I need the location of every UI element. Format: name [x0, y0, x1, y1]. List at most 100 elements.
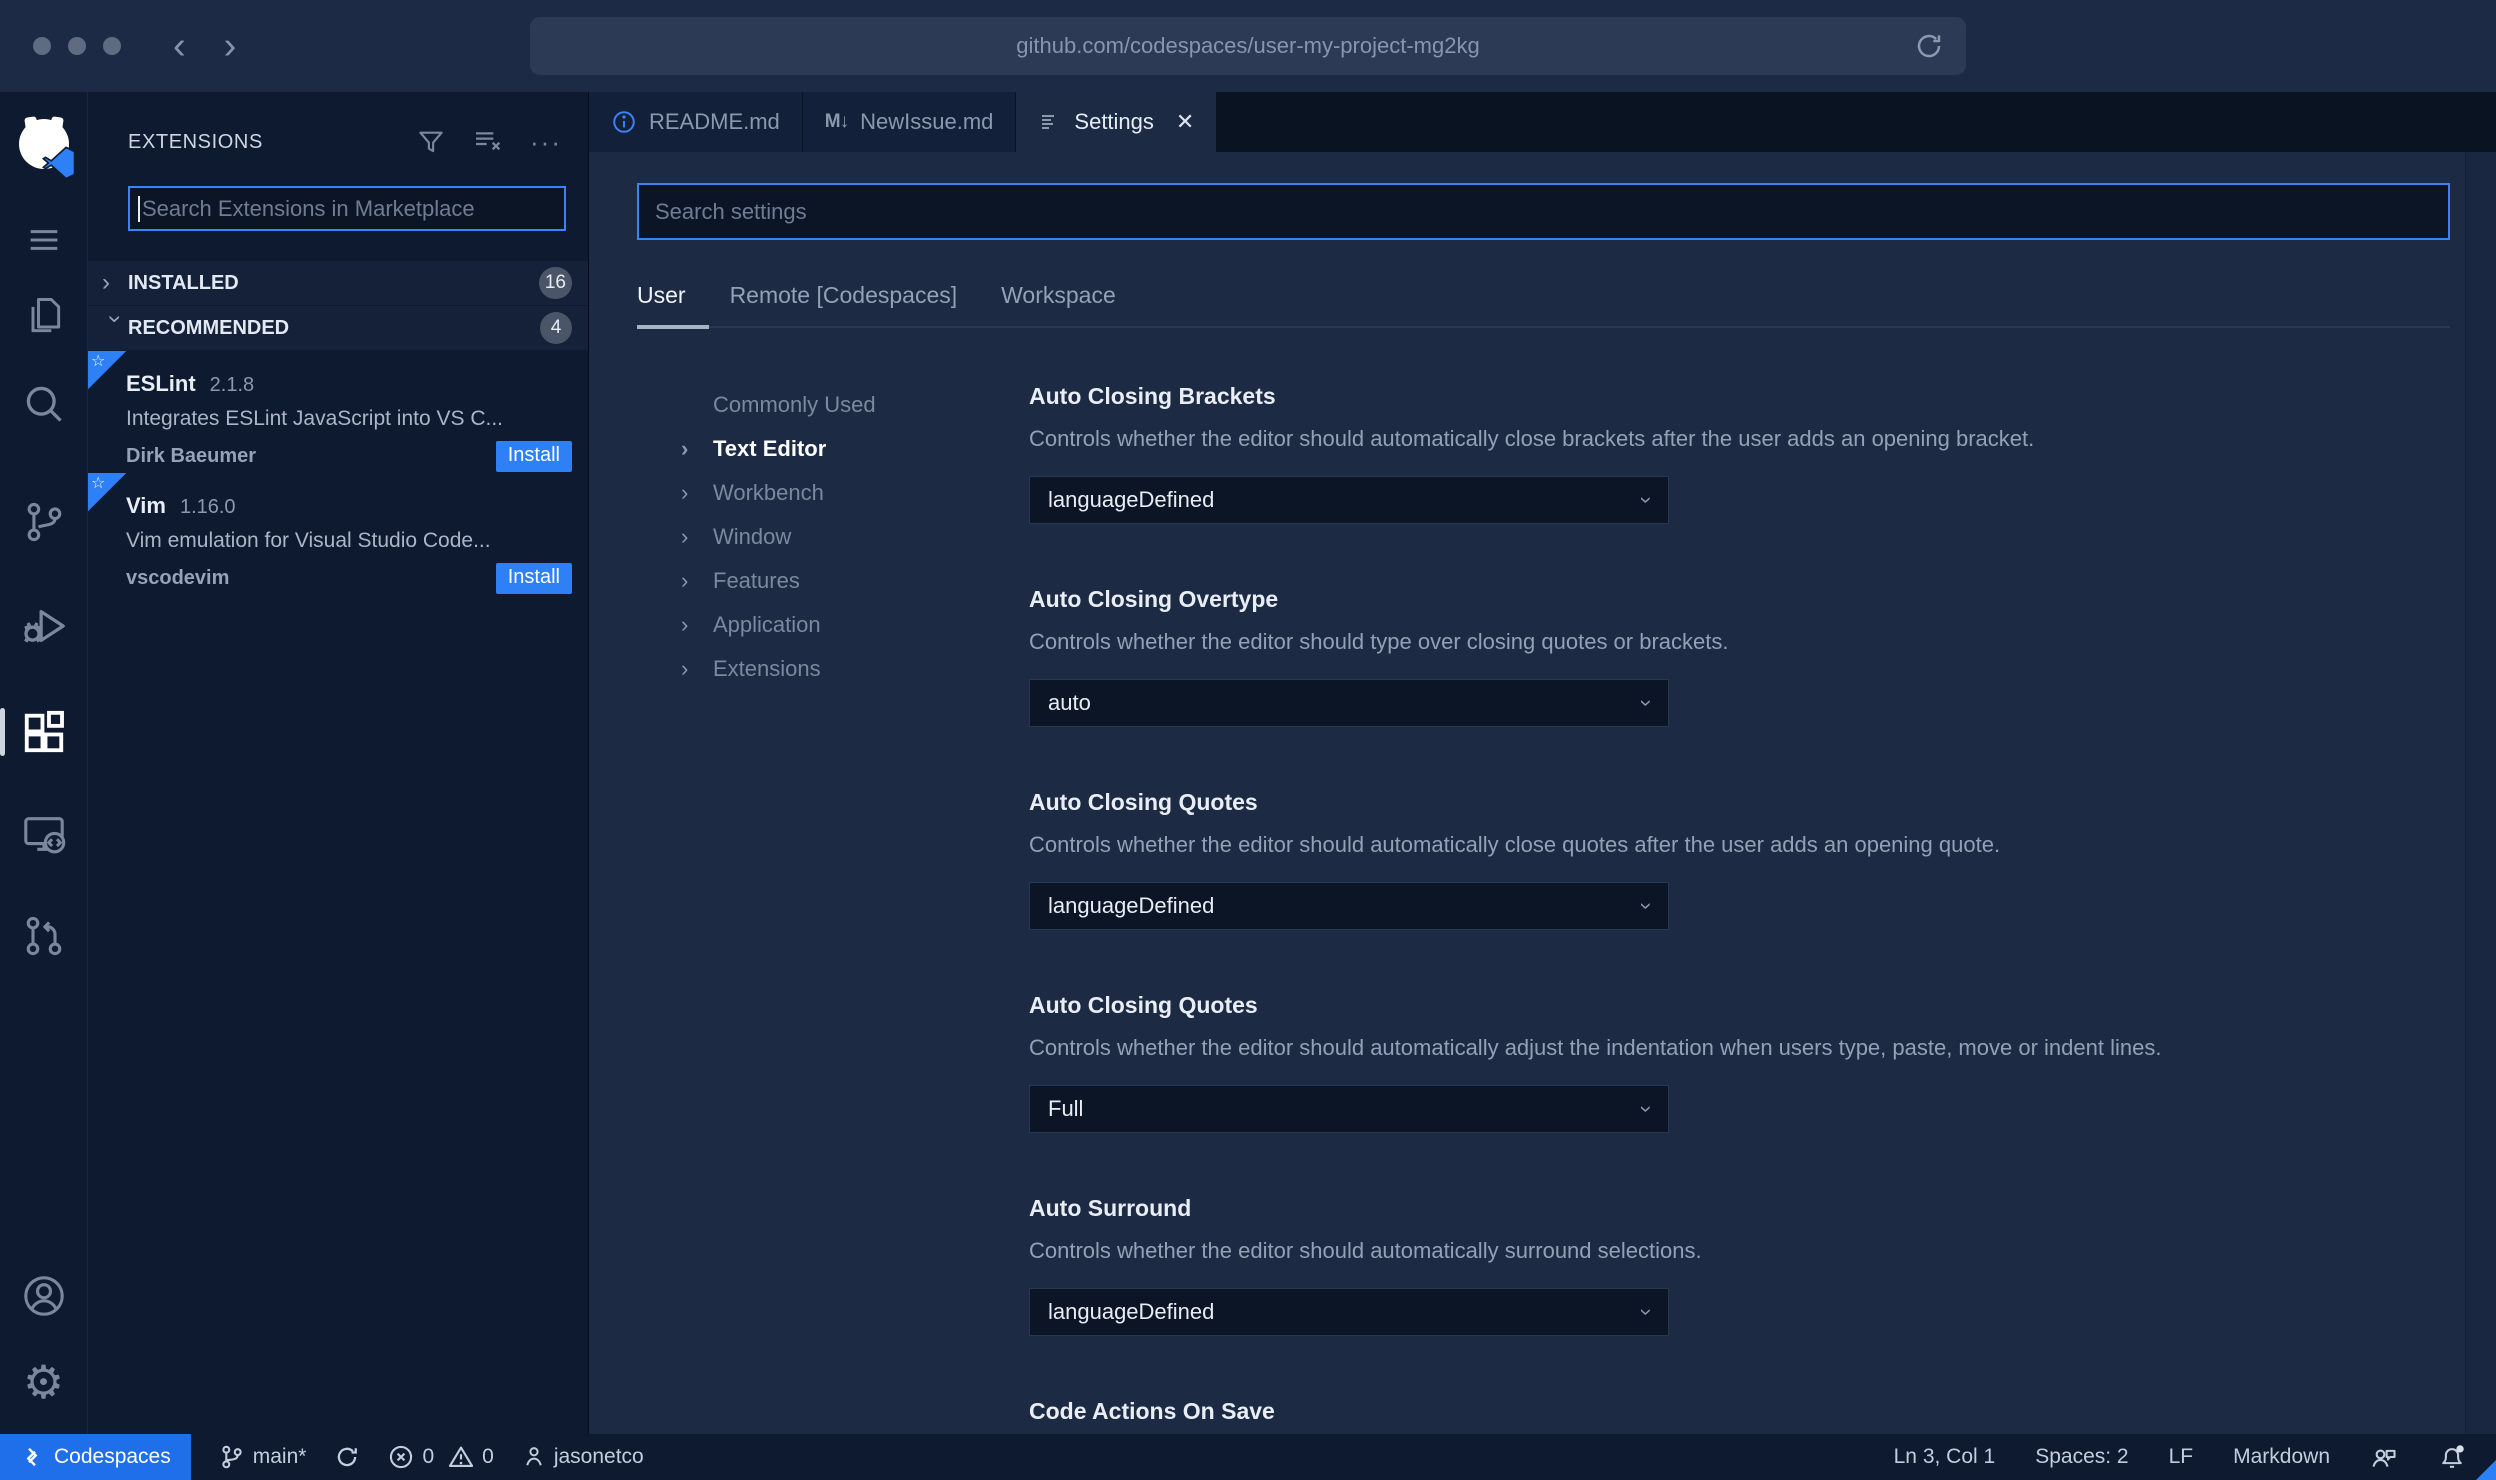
section-installed[interactable]: › INSTALLED 16: [88, 261, 588, 305]
git-branch-icon: [222, 1445, 242, 1469]
branch-label: main*: [252, 1445, 307, 1468]
vscode-logo-icon: [41, 146, 76, 180]
chevron-down-icon: ›: [1634, 699, 1660, 707]
toc-workbench[interactable]: › Workbench: [637, 471, 1029, 515]
section-label: RECOMMENDED: [128, 316, 290, 339]
tab-readme[interactable]: README.md: [589, 92, 803, 152]
toc-text-editor[interactable]: › Text Editor: [637, 427, 1029, 471]
window-control-dot[interactable]: [68, 37, 86, 55]
more-actions-icon[interactable]: ···: [530, 128, 562, 155]
extension-item-eslint[interactable]: ☆ ESLint 2.1.8 Integrates ESLint JavaScr…: [88, 351, 588, 473]
toc-extensions[interactable]: › Extensions: [637, 647, 1029, 691]
settings-gear-icon[interactable]: ⚙: [0, 1356, 88, 1408]
setting-dropdown[interactable]: languageDefined ›: [1029, 476, 1669, 524]
forward-icon[interactable]: ›: [224, 27, 237, 65]
extensions-icon[interactable]: [0, 706, 88, 758]
toc-label: Commonly Used: [713, 392, 876, 417]
notifications-bell-icon[interactable]: [2438, 1443, 2466, 1471]
tab-bar: README.md M↓ NewIssue.md Settings ✕: [589, 92, 2496, 152]
setting-dropdown[interactable]: Full ›: [1029, 1085, 1669, 1133]
sync-indicator[interactable]: [334, 1444, 360, 1470]
window-control-dot[interactable]: [103, 37, 121, 55]
tab-label: NewIssue.md: [860, 109, 994, 134]
extensions-search-input[interactable]: [142, 195, 564, 222]
setting-title: Auto Closing Brackets: [1029, 383, 1276, 409]
menu-icon[interactable]: [0, 214, 88, 266]
reload-icon[interactable]: [1914, 31, 1944, 61]
toc-application[interactable]: › Application: [637, 603, 1029, 647]
remote-explorer-icon[interactable]: [0, 808, 88, 860]
extensions-search-box: [128, 186, 566, 231]
settings-editor: User Remote [Codespaces] Workspace Commo…: [589, 152, 2496, 1434]
error-icon: [390, 1445, 413, 1469]
chevron-down-icon: ›: [1634, 902, 1660, 910]
clear-extension-search-icon[interactable]: [472, 126, 504, 158]
toc-label: Window: [713, 524, 792, 549]
settings-list-icon: [1042, 115, 1055, 129]
tab-label: README.md: [649, 109, 780, 134]
scope-tab-workspace[interactable]: Workspace: [1001, 282, 1116, 309]
toc-label: Extensions: [713, 656, 821, 681]
install-button[interactable]: Install: [495, 563, 572, 594]
toc-features[interactable]: › Features: [637, 559, 1029, 603]
setting-dropdown[interactable]: auto ›: [1029, 679, 1669, 727]
back-icon[interactable]: ‹: [173, 27, 186, 65]
toc-window[interactable]: › Window: [637, 515, 1029, 559]
filter-icon[interactable]: [416, 127, 446, 157]
url-bar[interactable]: github.com/codespaces/user-my-project-mg…: [530, 17, 1966, 75]
dropdown-value: languageDefined: [1048, 1299, 1215, 1324]
setting-dropdown[interactable]: languageDefined ›: [1029, 1288, 1669, 1336]
window-control-dot[interactable]: [33, 37, 51, 55]
star-icon: ☆: [91, 475, 106, 492]
chevron-right-icon: ›: [681, 436, 689, 461]
setting-title: Auto Closing Overtype: [1029, 586, 1279, 612]
account-icon[interactable]: [0, 1270, 88, 1322]
run-debug-icon[interactable]: [0, 600, 88, 652]
workbench: ⚙ EXTENSIONS ··· Search Extensions in Ma…: [0, 92, 2496, 1434]
feedback-icon[interactable]: [2370, 1443, 2398, 1471]
scope-tab-user[interactable]: User: [637, 282, 686, 309]
editor-scrollbar-gutter[interactable]: [2465, 152, 2496, 1434]
warning-count: 0: [482, 1445, 494, 1468]
search-icon[interactable]: [0, 378, 88, 430]
setting-dropdown[interactable]: languageDefined ›: [1029, 882, 1669, 930]
extension-item-vim[interactable]: ☆ Vim 1.16.0 Vim emulation for Visual St…: [88, 473, 588, 595]
settings-list: Auto Closing Brackets Controls whether t…: [1029, 383, 2450, 1434]
source-control-icon[interactable]: [0, 496, 88, 548]
settings-scope-tabs: User Remote [Codespaces] Workspace: [637, 282, 2450, 309]
star-icon: ☆: [91, 353, 106, 370]
install-button[interactable]: Install: [495, 441, 572, 472]
settings-search-input[interactable]: [637, 183, 2450, 240]
tab-newissue[interactable]: M↓ NewIssue.md: [802, 92, 1017, 152]
extensions-list: › INSTALLED 16 › RECOMMENDED 4 ☆ ESLint …: [88, 261, 588, 595]
pull-request-icon[interactable]: [0, 910, 88, 962]
user-label: jasonetco: [553, 1445, 644, 1468]
recommended-ribbon: ☆: [88, 351, 126, 389]
chevron-right-icon: ›: [681, 524, 689, 549]
cursor-position[interactable]: Ln 3, Col 1: [1894, 1445, 1996, 1469]
status-bar: Codespaces main* 0 0 jasonetco Ln 3, Col…: [0, 1434, 2496, 1480]
toc-label: Application: [713, 612, 821, 637]
github-codespaces-logo[interactable]: [0, 114, 88, 180]
chevron-right-icon: ›: [102, 269, 110, 296]
tab-settings[interactable]: Settings ✕: [1016, 92, 1218, 152]
toc-commonly-used[interactable]: Commonly Used: [637, 383, 1029, 427]
remote-indicator[interactable]: Codespaces: [0, 1434, 191, 1480]
corner-resize-wedge: [2476, 1460, 2496, 1480]
chevron-right-icon: ›: [681, 568, 689, 593]
language-mode[interactable]: Markdown: [2233, 1445, 2330, 1469]
chevron-right-icon: ›: [681, 656, 689, 681]
eol-indicator[interactable]: LF: [2169, 1445, 2194, 1469]
sync-icon: [338, 1447, 358, 1467]
branch-indicator[interactable]: main*: [219, 1444, 307, 1470]
indentation[interactable]: Spaces: 2: [2035, 1445, 2128, 1469]
explorer-icon[interactable]: [0, 290, 88, 342]
setting-auto-surround: Auto Surround Controls whether the edito…: [1029, 1195, 2450, 1336]
setting-auto-closing-quotes-2: Auto Closing Quotes Controls whether the…: [1029, 992, 2450, 1133]
scope-tab-remote[interactable]: Remote [Codespaces]: [730, 282, 958, 309]
extension-name: ESLint: [126, 371, 196, 396]
close-icon[interactable]: ✕: [1176, 109, 1194, 135]
problems-indicator[interactable]: 0 0: [388, 1444, 494, 1470]
section-recommended[interactable]: › RECOMMENDED 4: [88, 306, 588, 350]
user-indicator[interactable]: jasonetco: [522, 1445, 644, 1469]
